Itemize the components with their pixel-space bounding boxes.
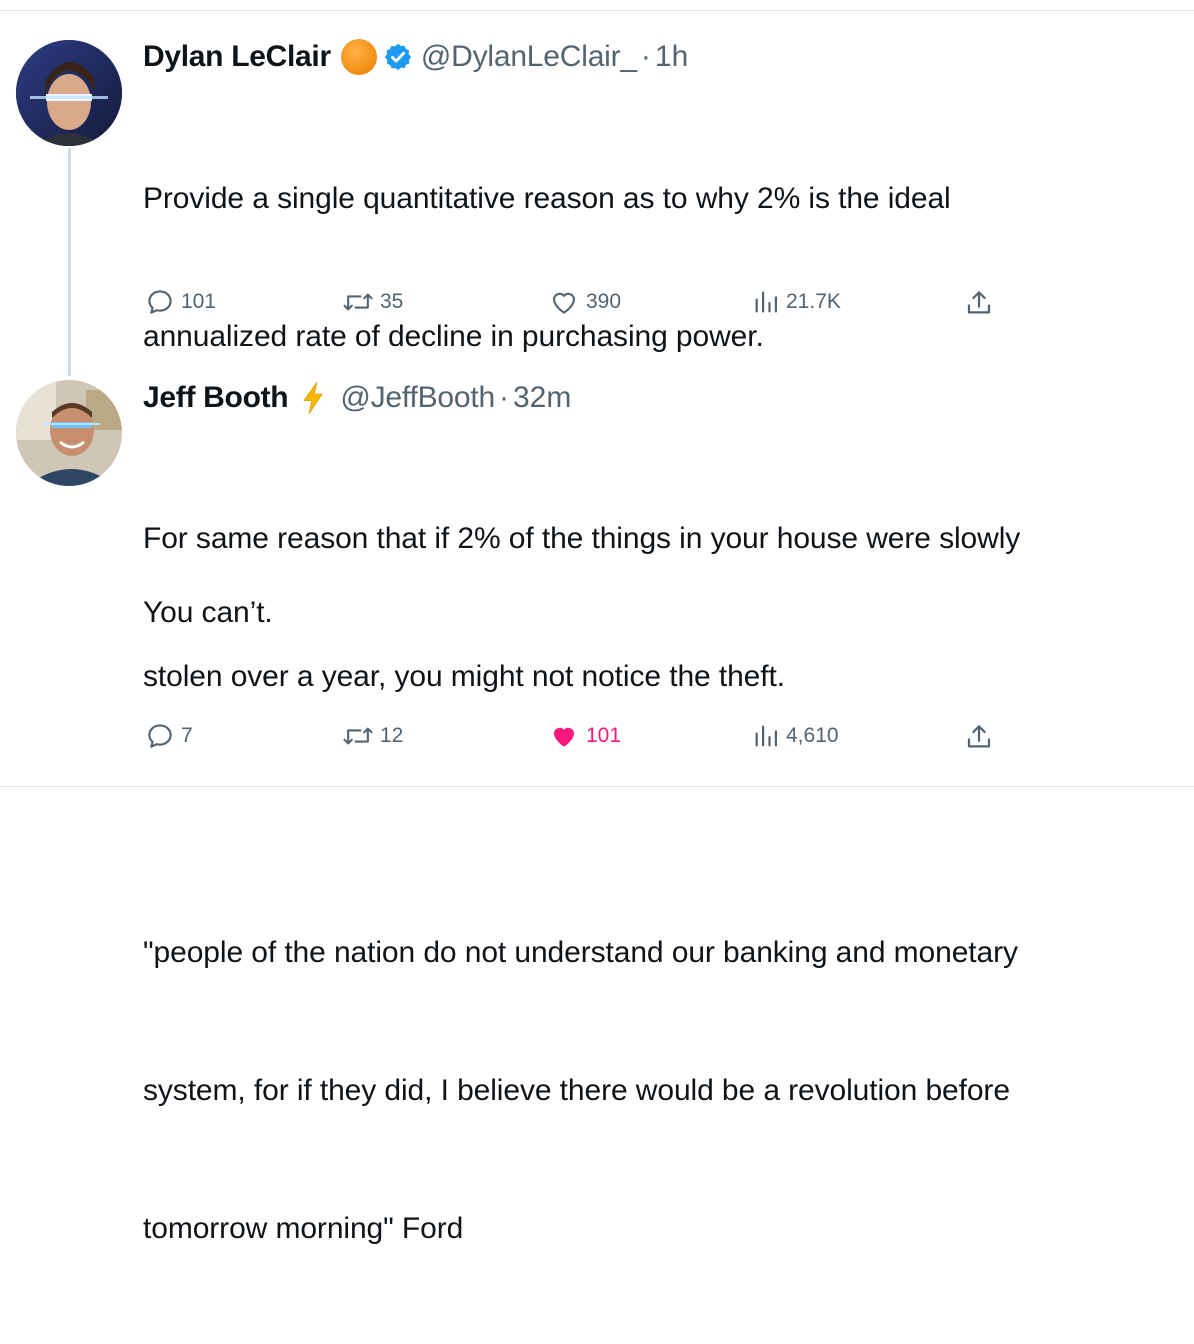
repost-button[interactable]: 12 [342,721,403,751]
heart-icon [548,287,580,317]
share-icon [964,287,994,319]
repost-button[interactable]: 35 [342,287,403,317]
top-divider [0,10,1194,11]
author-name[interactable]: Dylan LeClair [143,40,331,74]
separator-dot: · [640,40,651,73]
like-count: 101 [586,724,622,747]
reply-button[interactable]: 7 [145,721,193,751]
separator-dot: · [499,381,509,414]
views-count: 21.7K [786,290,841,313]
thread-connector-line [68,148,71,376]
avatar[interactable] [16,380,122,486]
share-button[interactable] [964,287,994,319]
like-button[interactable]: 101 [548,721,621,751]
orange-circle-icon [340,39,377,75]
heart-filled-icon [548,721,580,751]
timestamp[interactable]: 32m [513,381,571,415]
views-button[interactable]: 21.7K [752,287,841,317]
text-line: For same reason that if 2% of the things… [143,522,1021,555]
text-line: annualized rate of decline in purchasing… [143,320,764,353]
reply-icon [145,721,175,751]
timestamp[interactable]: 1h [655,40,688,74]
analytics-icon [752,287,780,317]
share-button[interactable] [964,721,994,753]
reply-icon [145,287,175,317]
repost-icon [342,287,374,317]
reply-button[interactable]: 101 [145,287,216,317]
reply-count: 7 [181,724,193,747]
tweet-header: Dylan LeClair @DylanLeClair_ · 1h [143,36,688,78]
text-line: system, for if they did, I believe there… [143,1074,1010,1107]
tweet-header: Jeff Booth @JeffBooth · 32m [143,377,571,419]
reply-count: 101 [181,290,217,313]
text-line: "people of the nation do not understand … [143,936,1018,969]
verified-badge-icon[interactable] [383,42,413,72]
text-line: tomorrow morning" Ford [143,1212,464,1245]
lightning-icon [300,381,326,415]
repost-count: 12 [380,724,404,747]
author-name[interactable]: Jeff Booth [143,381,289,415]
text-line-blank [143,792,1173,838]
analytics-icon [752,721,780,751]
repost-icon [342,721,374,751]
text-line: stolen over a year, you might not notice… [143,660,785,693]
author-handle[interactable]: @DylanLeClair_ [421,40,637,74]
repost-count: 35 [380,290,404,313]
tweet-text: For same reason that if 2% of the things… [143,424,1173,1344]
like-count: 390 [586,290,622,313]
avatar[interactable] [16,40,122,146]
views-count: 4,610 [786,724,839,747]
like-button[interactable]: 390 [548,287,621,317]
share-icon [964,721,994,753]
text-line: Provide a single quantitative reason as … [143,182,951,215]
views-button[interactable]: 4,610 [752,721,839,751]
author-handle[interactable]: @JeffBooth [340,381,495,415]
bottom-divider [0,786,1194,787]
